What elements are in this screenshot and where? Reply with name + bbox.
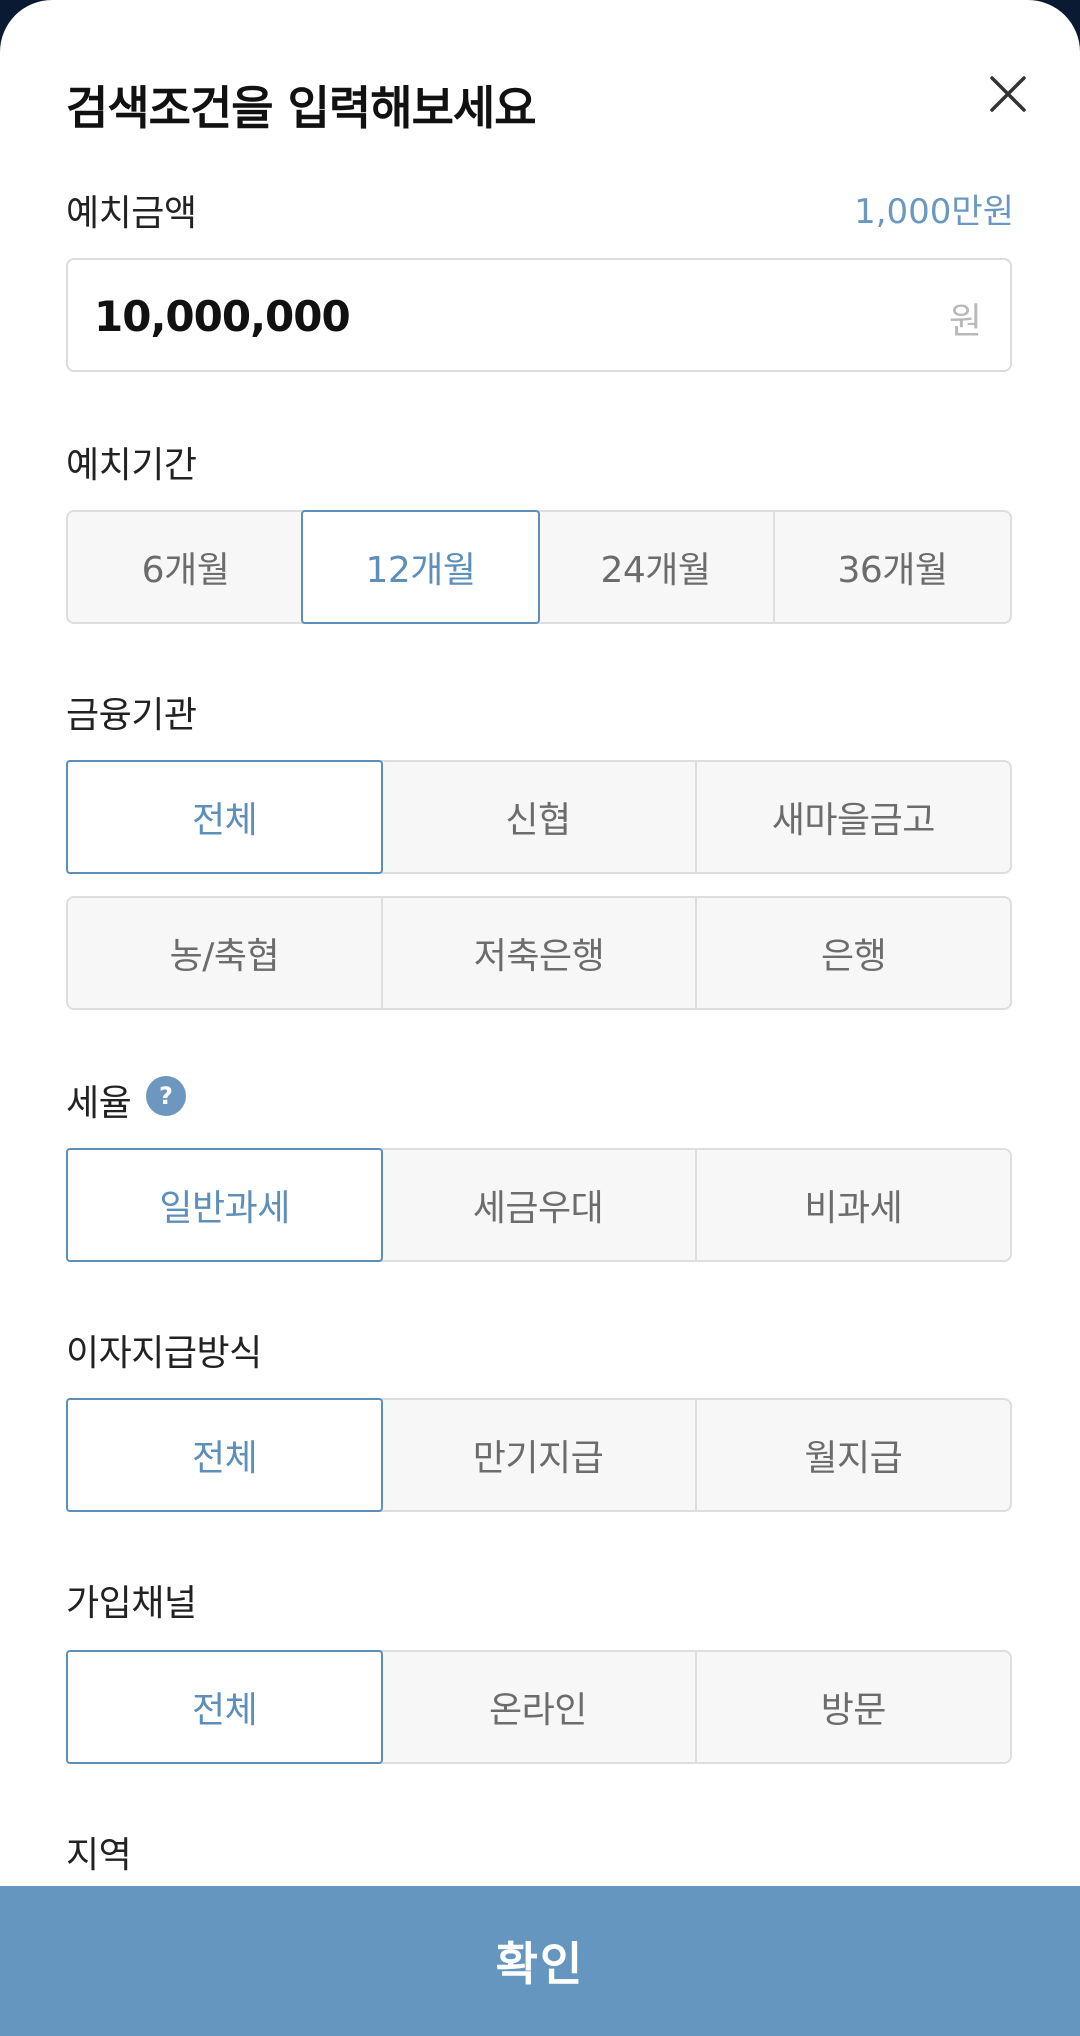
close-icon[interactable] (986, 72, 1030, 116)
deposit-amount-input[interactable]: 10,000,000 원 (66, 258, 1012, 372)
period-option-6[interactable]: 6개월 (68, 512, 303, 622)
institution-selector-row2: 농/축협 저축은행 은행 (66, 896, 1012, 1010)
period-option-36[interactable]: 36개월 (773, 512, 1010, 622)
tax-label: 세율 (66, 1083, 132, 1124)
channel-selector: 전체 온라인 방문 (66, 1650, 1012, 1764)
help-circle-icon[interactable]: ? (146, 1076, 186, 1116)
period-option-12[interactable]: 12개월 (301, 510, 540, 624)
period-selector: 6개월 12개월 24개월 36개월 (66, 510, 1012, 624)
region-label: 지역 (66, 1835, 132, 1876)
deposit-amount-hint: 1,000만원 (854, 192, 1014, 232)
channel-option-visit[interactable]: 방문 (694, 1652, 1010, 1762)
institution-option-savings-bank[interactable]: 저축은행 (380, 898, 696, 1008)
interest-payment-selector: 전체 만기지급 월지급 (66, 1398, 1012, 1512)
period-label: 예치기간 (66, 445, 197, 486)
tax-option-tax-free[interactable]: 비과세 (694, 1150, 1010, 1260)
deposit-amount-unit: 원 (948, 301, 982, 342)
institution-option-saemaul[interactable]: 새마을금고 (694, 762, 1010, 872)
deposit-amount-value[interactable]: 10,000,000 (94, 292, 351, 341)
confirm-button[interactable]: 확인 (0, 1886, 1080, 2036)
channel-option-online[interactable]: 온라인 (381, 1652, 694, 1762)
search-filter-sheet: 검색조건을 입력해보세요 예치금액 1,000만원 10,000,000 원 예… (0, 0, 1080, 2036)
interest-option-all[interactable]: 전체 (66, 1398, 384, 1512)
period-option-24[interactable]: 24개월 (538, 512, 773, 622)
tax-selector: 일반과세 세금우대 비과세 (66, 1148, 1012, 1262)
institution-option-nonghyup[interactable]: 농/축협 (68, 898, 381, 1008)
interest-option-monthly[interactable]: 월지급 (694, 1400, 1010, 1510)
institution-option-bank[interactable]: 은행 (695, 898, 1010, 1008)
institution-selector-row1: 전체 신협 새마을금고 (66, 760, 1012, 874)
tax-option-general[interactable]: 일반과세 (66, 1148, 384, 1262)
deposit-amount-label: 예치금액 (66, 193, 197, 234)
interest-payment-label: 이자지급방식 (66, 1333, 262, 1374)
tax-option-preferential[interactable]: 세금우대 (381, 1150, 694, 1260)
institution-label: 금융기관 (66, 695, 197, 736)
institution-option-credit-union[interactable]: 신협 (381, 762, 694, 872)
channel-label: 가입채널 (66, 1583, 197, 1624)
interest-option-maturity[interactable]: 만기지급 (381, 1400, 694, 1510)
institution-option-all[interactable]: 전체 (66, 760, 384, 874)
sheet-title: 검색조건을 입력해보세요 (66, 81, 537, 135)
channel-option-all[interactable]: 전체 (66, 1650, 384, 1764)
